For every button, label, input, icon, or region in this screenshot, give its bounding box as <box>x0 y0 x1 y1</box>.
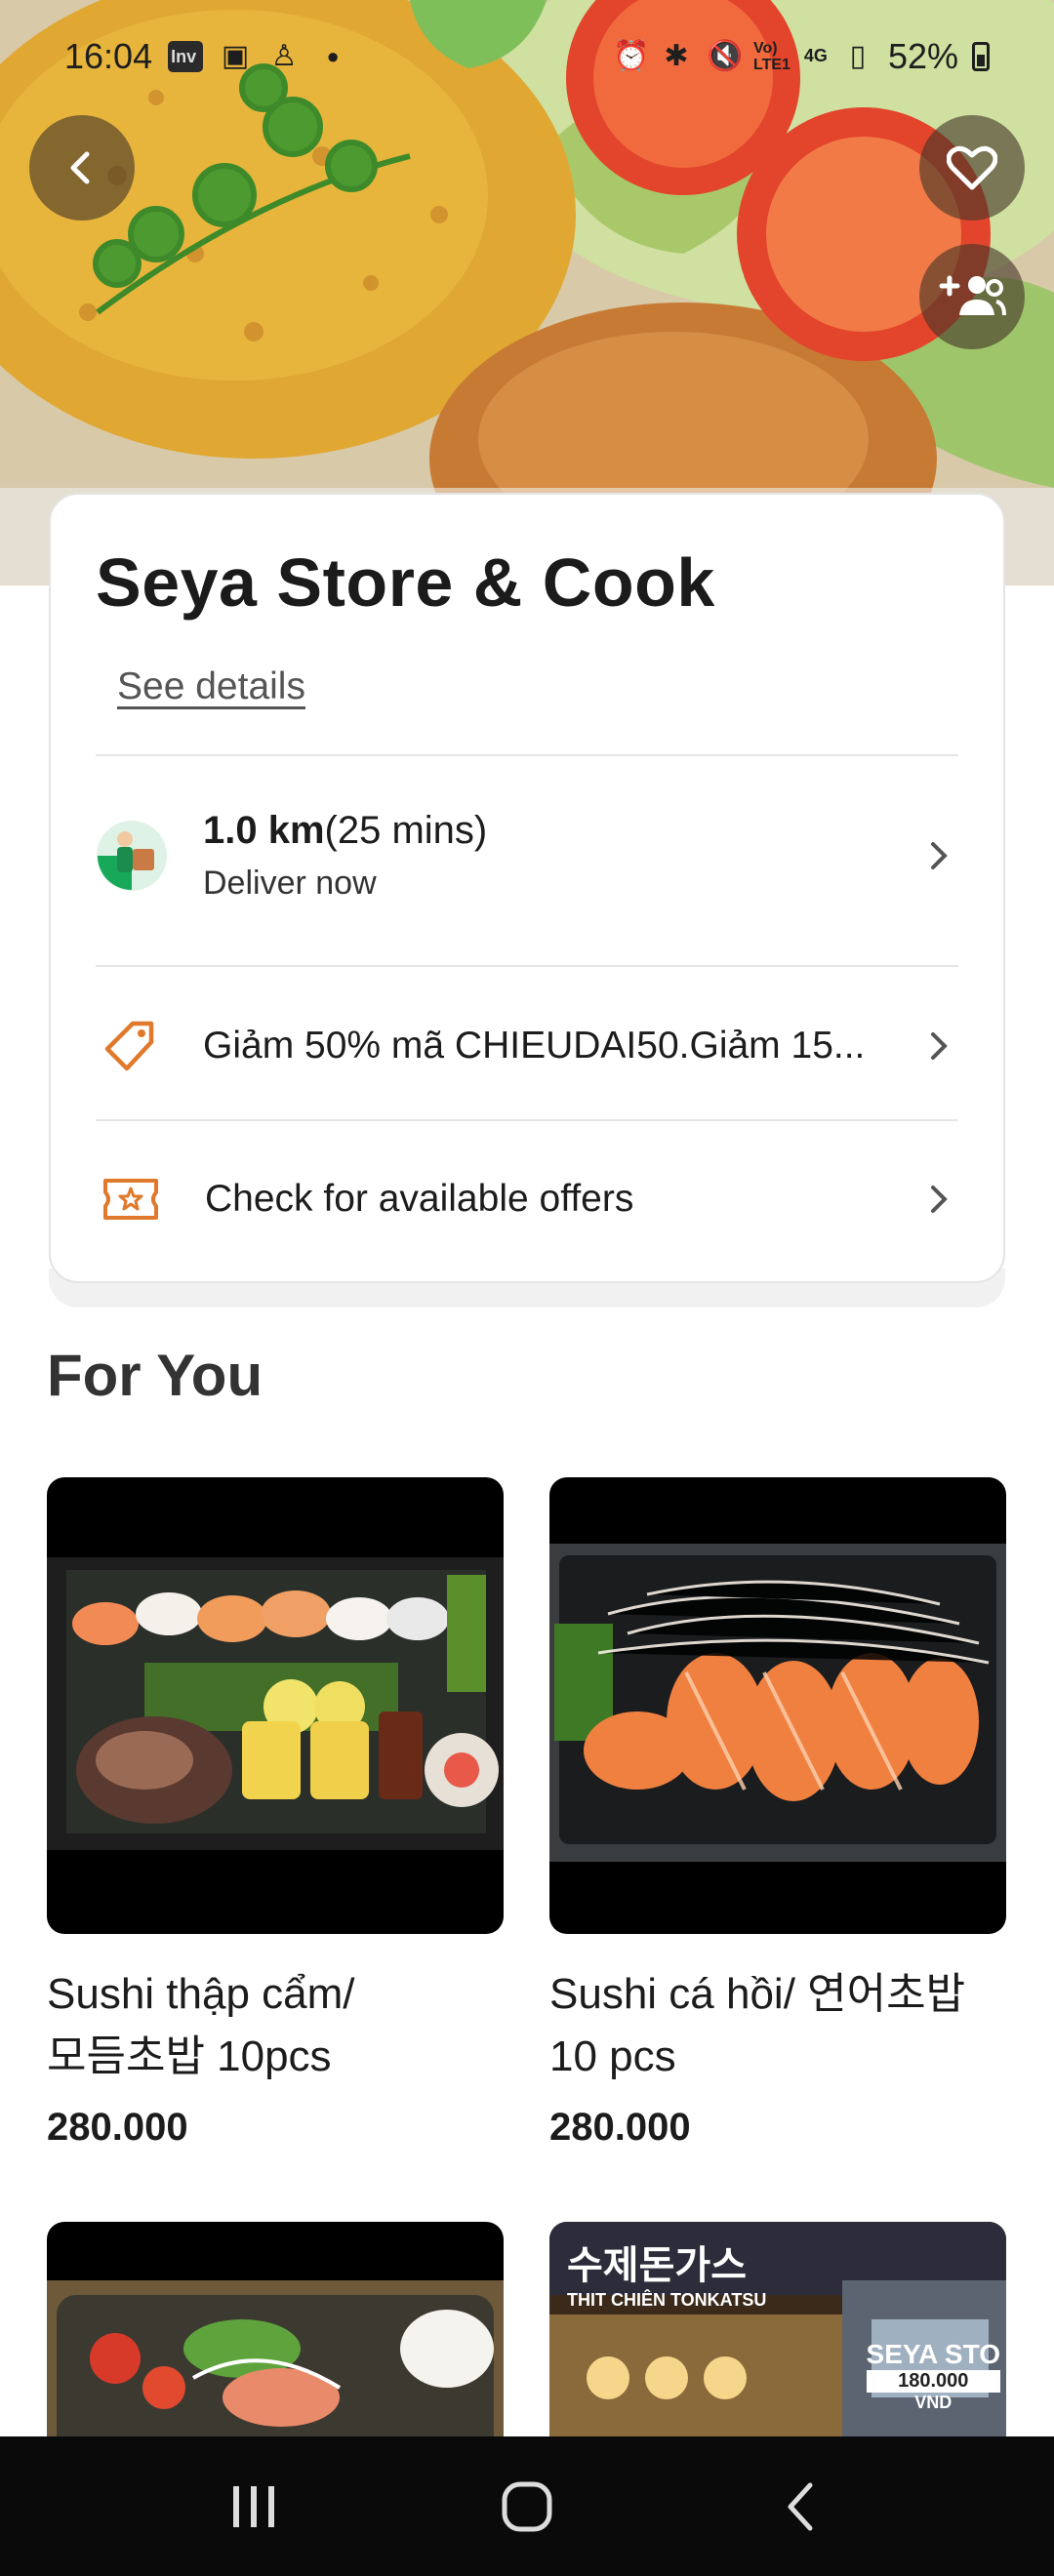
recent-apps-button[interactable] <box>195 2458 312 2556</box>
back-button[interactable] <box>29 115 135 221</box>
delivery-mode: Deliver now <box>203 865 377 902</box>
voucher-star-icon <box>103 1179 158 1220</box>
system-nav-bar <box>0 2436 1054 2576</box>
favorite-button[interactable] <box>919 115 1025 221</box>
divider <box>96 965 958 967</box>
home-button[interactable] <box>468 2458 586 2556</box>
product-price: 280.000 <box>549 2106 691 2149</box>
alarm-icon: ⏰ <box>612 39 650 72</box>
store-screen: 16:04 Inv ▣ ♙ ● ⏰ ✱ 🔇 Vo)LTE1 4G ▯ 52% <box>0 0 1054 2576</box>
chevron-left-icon <box>70 151 90 184</box>
distance-time: (25 mins) <box>324 809 488 852</box>
tag-icon <box>104 1021 154 1071</box>
person-icon: ♙ <box>270 39 298 72</box>
add-group-icon <box>939 275 1006 316</box>
heart-icon <box>947 145 997 190</box>
see-details-link[interactable]: See details <box>117 665 305 708</box>
promo-board: SEYA STO 180.000 VND <box>866 2339 1000 2412</box>
card-icon: ▣ <box>221 39 250 72</box>
promo-row[interactable]: Giảm 50% mã CHIEUDAI50.Giảm 15... <box>96 1012 958 1080</box>
recent-apps-icon <box>233 2485 274 2527</box>
data-label: 4G <box>803 46 828 65</box>
delivery-row[interactable]: 1.0 km(25 mins) Deliver now <box>96 809 958 903</box>
distance-value: 1.0 km <box>203 809 325 852</box>
delivery-driver-icon <box>97 821 167 891</box>
status-time: 16:04 <box>64 35 153 76</box>
status-bar: 16:04 Inv ▣ ♙ ● ⏰ ✱ 🔇 Vo) LTE1 4G ▯ 52% <box>0 0 1054 112</box>
chevron-right-icon <box>919 836 958 875</box>
store-info-card: Seya Store & Cook See details 1.0 km(25 … <box>49 493 1005 1283</box>
product-name: Sushi thập cẩm/ 모듬초밥 10pcs <box>47 1970 355 2080</box>
back-icon <box>788 2482 813 2530</box>
chevron-right-icon <box>919 1180 958 1219</box>
product-image[interactable]: 수제돈가스 THIT CHIÊN TONKATSU SEYA STO 180.0… <box>549 2222 1006 2456</box>
dot-icon: ● <box>326 43 340 68</box>
product-image[interactable] <box>47 2222 504 2456</box>
offers-text: Check for available offers <box>205 1178 634 1220</box>
product-price: 280.000 <box>47 2106 188 2149</box>
divider <box>96 754 958 756</box>
chevron-right-icon <box>919 1026 958 1066</box>
offers-row[interactable]: Check for available offers <box>96 1165 958 1233</box>
bluetooth-icon: ✱ <box>664 39 689 72</box>
section-title-for-you: For You <box>47 1343 264 1408</box>
battery-icon <box>972 41 990 71</box>
product-image[interactable] <box>47 1477 504 1934</box>
salmon-sushi-photo <box>549 1544 1006 1862</box>
signal-icon: ▯ <box>849 39 867 72</box>
inv-app-icon: Inv <box>168 40 204 72</box>
distance-text: 1.0 km(25 mins) <box>203 809 487 853</box>
store-name: Seya Store & Cook <box>96 544 715 621</box>
home-icon <box>502 2481 552 2531</box>
product-name: Sushi cá hồi/ 연어초밥 10 pcs <box>549 1970 966 2080</box>
product-card[interactable]: Sushi cá hồi/ 연어초밥 10 pcs 280.000 <box>549 1477 1006 2150</box>
battery-percent: 52% <box>887 35 958 76</box>
salad-photo <box>47 2280 504 2456</box>
store-sign: 수제돈가스 THIT CHIÊN TONKATSU <box>567 2244 767 2310</box>
product-card[interactable]: Sushi thập cẩm/ 모듬초밥 10pcs 280.000 <box>47 1477 504 2150</box>
mute-icon: 🔇 <box>706 39 744 72</box>
back-nav-button[interactable] <box>742 2458 859 2556</box>
product-image[interactable] <box>549 1477 1006 1934</box>
mixed-sushi-photo <box>47 1557 504 1850</box>
volte-label: Vo) LTE1 <box>752 39 790 73</box>
group-order-button[interactable] <box>919 244 1025 349</box>
divider <box>96 1119 958 1121</box>
promo-text: Giảm 50% mã CHIEUDAI50.Giảm 15... <box>203 1025 866 1067</box>
